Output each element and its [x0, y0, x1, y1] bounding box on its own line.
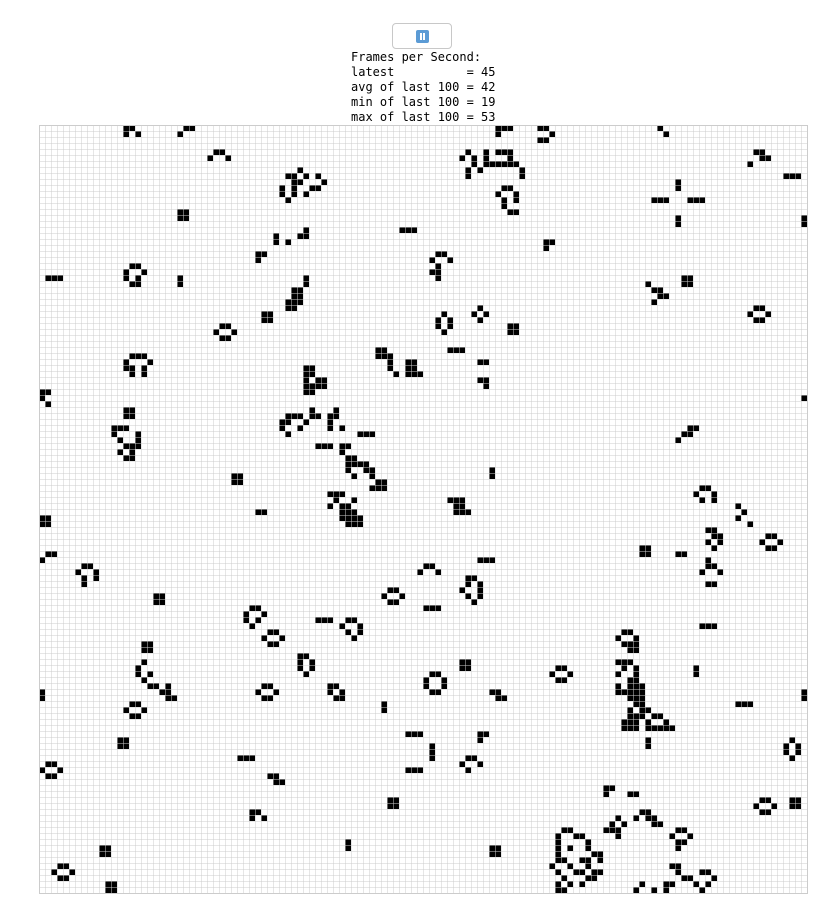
fps-max-value: 53	[481, 110, 496, 124]
fps-min-value: 19	[481, 95, 496, 109]
fps-min-row: min of last 100 = 19	[351, 95, 496, 110]
fps-latest-value: 45	[481, 65, 496, 79]
pause-button[interactable]	[392, 23, 452, 49]
fps-latest-label: latest =	[351, 65, 482, 79]
fps-panel: Frames per Second: latest = 45 avg of last…	[351, 50, 496, 125]
pause-icon	[416, 30, 429, 43]
fps-avg-label: avg of last 100 =	[351, 80, 482, 94]
fps-max-label: max of last 100 =	[351, 110, 482, 124]
grid-lines	[39, 125, 807, 893]
fps-avg-value: 42	[481, 80, 496, 94]
game-of-life-board[interactable]	[39, 125, 808, 894]
fps-latest-row: latest = 45	[351, 65, 496, 80]
fps-max-row: max of last 100 = 53	[351, 110, 496, 125]
fps-title: Frames per Second:	[351, 50, 482, 64]
fps-min-label: min of last 100 =	[351, 95, 482, 109]
fps-avg-row: avg of last 100 = 42	[351, 80, 496, 95]
